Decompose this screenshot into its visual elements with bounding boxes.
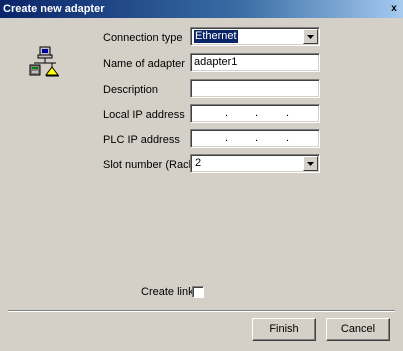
create-link-label: Create link bbox=[141, 286, 194, 298]
ip-separator: . bbox=[255, 107, 259, 119]
adapter-name-label: Name of adapter bbox=[103, 58, 185, 70]
create-link-checkbox[interactable] bbox=[192, 286, 204, 298]
local-ip-input[interactable]: . . . bbox=[190, 104, 320, 123]
finish-button[interactable]: Finish bbox=[252, 318, 316, 341]
divider-highlight bbox=[8, 311, 395, 312]
ip-separator: . bbox=[225, 132, 229, 144]
slot-number-value: 2 bbox=[195, 157, 202, 169]
connection-type-value: Ethernet bbox=[194, 30, 238, 43]
local-ip-label: Local IP address bbox=[103, 109, 185, 121]
window-title: Create new adapter bbox=[3, 3, 105, 15]
plc-ip-input[interactable]: . . . bbox=[190, 129, 320, 148]
slot-number-label: Slot number (Rack) bbox=[103, 159, 198, 171]
plc-ip-label: PLC IP address bbox=[103, 134, 180, 146]
close-icon[interactable]: x bbox=[388, 3, 400, 14]
dropdown-arrow-icon[interactable] bbox=[303, 29, 318, 44]
connection-type-select[interactable]: Ethernet bbox=[190, 27, 320, 46]
create-adapter-dialog: Create new adapter x Connection type Eth… bbox=[0, 0, 403, 351]
ip-separator: . bbox=[225, 107, 229, 119]
ip-separator: . bbox=[286, 107, 290, 119]
title-bar: Create new adapter x bbox=[0, 0, 403, 18]
description-input[interactable] bbox=[190, 79, 320, 98]
dropdown-arrow-icon[interactable] bbox=[303, 156, 318, 171]
cancel-button[interactable]: Cancel bbox=[326, 318, 390, 341]
network-computers-icon bbox=[29, 46, 59, 77]
slot-number-select[interactable]: 2 bbox=[190, 154, 320, 173]
connection-type-label: Connection type bbox=[103, 32, 183, 44]
description-label: Description bbox=[103, 84, 159, 96]
ip-separator: . bbox=[286, 132, 290, 144]
adapter-name-input[interactable]: adapter1 bbox=[190, 53, 320, 72]
ip-separator: . bbox=[255, 132, 259, 144]
